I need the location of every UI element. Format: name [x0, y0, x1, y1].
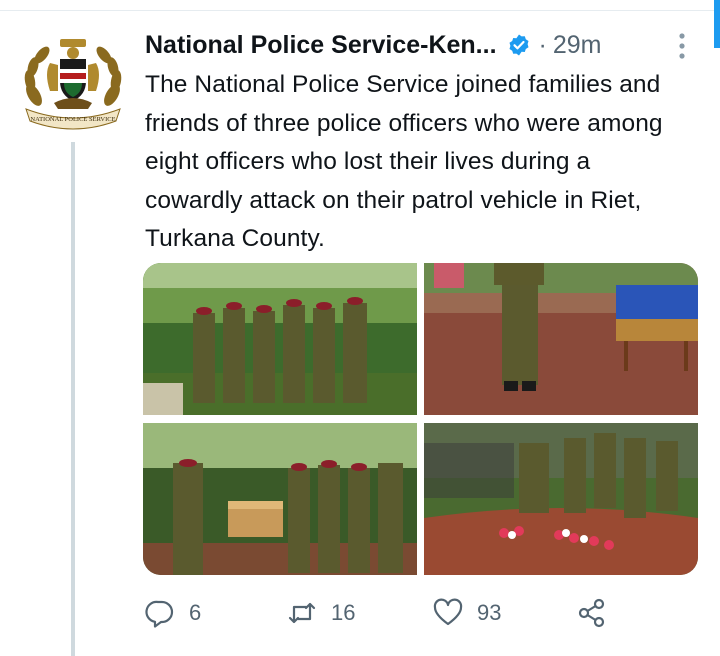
tweet-timestamp[interactable]: 29m	[553, 31, 602, 60]
more-options-icon[interactable]	[676, 31, 688, 61]
like-icon	[433, 598, 463, 626]
retweet-count: 16	[331, 600, 356, 625]
like-button[interactable]: 93	[433, 593, 501, 633]
police-emblem-icon: NATIONAL POLICE SERVICE	[24, 39, 122, 130]
separator-dot: ·	[538, 30, 547, 59]
timeline-divider	[0, 0, 720, 11]
emblem-ribbon-text: NATIONAL POLICE SERVICE	[30, 116, 115, 123]
author-name[interactable]: National Police Service-Ken...	[145, 31, 497, 60]
media-photo-2[interactable]	[424, 263, 698, 415]
share-button[interactable]	[577, 593, 607, 633]
scroll-indicator	[714, 0, 720, 48]
reply-count: 6	[189, 600, 202, 625]
media-photo-3[interactable]	[143, 423, 417, 575]
media-photo-4[interactable]	[424, 423, 698, 575]
tweet-header: National Police Service-Ken... · 29m	[145, 28, 705, 62]
reply-icon	[145, 600, 174, 628]
share-icon	[578, 598, 605, 628]
media-grid	[143, 263, 698, 575]
reply-button[interactable]: 6	[145, 593, 201, 633]
retweet-icon	[288, 602, 316, 624]
tweet-actions: 6 16 93	[145, 593, 625, 633]
media-photo-1[interactable]	[143, 263, 417, 415]
retweet-button[interactable]: 16	[287, 593, 355, 633]
verified-badge-icon	[509, 34, 529, 56]
thread-connector-line	[71, 142, 75, 656]
tweet-text: The National Police Service joined famil…	[145, 71, 663, 252]
like-count: 93	[477, 600, 502, 625]
avatar[interactable]: NATIONAL POLICE SERVICE	[20, 33, 126, 133]
